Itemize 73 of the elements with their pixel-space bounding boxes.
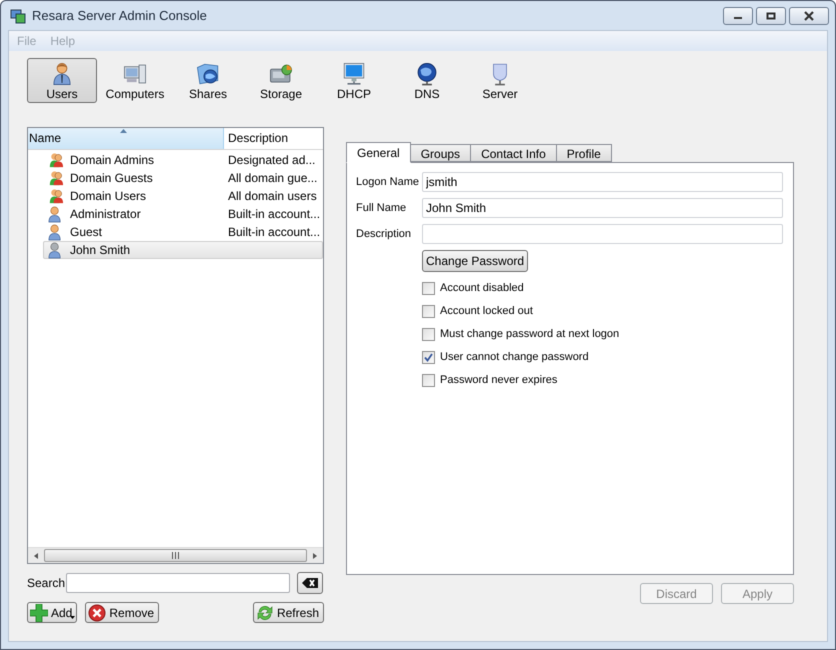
checkbox[interactable] bbox=[422, 351, 435, 364]
remove-button[interactable]: Remove bbox=[85, 602, 160, 623]
table-cell-text: All domain users bbox=[227, 188, 317, 205]
table-cell-text: John Smith bbox=[70, 242, 130, 259]
group-icon bbox=[47, 152, 64, 168]
monitor-icon bbox=[341, 60, 367, 86]
list-row[interactable]: Domain Guests All domain gue... bbox=[43, 169, 323, 187]
checkbox-label: Account locked out bbox=[440, 304, 533, 320]
group-icon bbox=[47, 188, 64, 204]
checkbox[interactable] bbox=[422, 328, 435, 341]
toolbar-button[interactable]: DHCP bbox=[319, 58, 389, 103]
backspace-icon bbox=[302, 578, 318, 588]
group-icon bbox=[47, 170, 64, 186]
table-cell-text: Guest bbox=[70, 224, 102, 241]
caret-icon bbox=[70, 616, 76, 619]
checkbox[interactable] bbox=[422, 374, 435, 387]
search-label: Search bbox=[27, 575, 66, 592]
sort-arrow-icon bbox=[120, 129, 127, 133]
scroll-left-icon[interactable] bbox=[32, 552, 40, 560]
table-cell-text: Administrator bbox=[70, 206, 141, 223]
list-row[interactable]: Domain Users All domain users bbox=[43, 187, 323, 205]
minimize-button[interactable] bbox=[723, 6, 753, 24]
scroll-thumb[interactable] bbox=[44, 549, 307, 562]
table-cell-text: Domain Admins bbox=[70, 152, 154, 169]
column-header[interactable]: Name bbox=[28, 128, 224, 149]
input-field[interactable]: jsmith bbox=[422, 172, 783, 192]
refresh-icon bbox=[256, 604, 274, 622]
app-icon bbox=[10, 8, 26, 24]
field-label: Description bbox=[356, 226, 412, 242]
checkbox-label: Account disabled bbox=[440, 281, 524, 296]
field-label: Logon Name bbox=[356, 174, 420, 190]
toolbar-button[interactable]: Storage bbox=[246, 58, 316, 103]
change-password-button[interactable]: Change Password bbox=[422, 250, 528, 272]
toolbar-button[interactable]: Computers bbox=[100, 58, 170, 103]
checkbox-label: User cannot change password bbox=[440, 350, 589, 366]
field-label: Full Name bbox=[356, 200, 408, 216]
search-field[interactable] bbox=[66, 573, 290, 593]
input-field[interactable]: John Smith bbox=[422, 198, 783, 218]
toolbar-button[interactable]: Users bbox=[27, 58, 97, 103]
tab[interactable]: Profile bbox=[556, 144, 612, 162]
toolbar-button[interactable]: DNS bbox=[392, 58, 462, 103]
close-icon bbox=[803, 10, 815, 20]
toolbar-button[interactable]: Server bbox=[465, 58, 535, 103]
table-cell-text: Domain Users bbox=[70, 188, 146, 205]
list-row[interactable]: Guest Built-in account... bbox=[43, 223, 323, 241]
toolbar-button[interactable]: Shares bbox=[173, 58, 243, 103]
checkbox[interactable] bbox=[422, 282, 435, 295]
list-row[interactable]: Domain Admins Designated ad... bbox=[43, 151, 323, 169]
list-row[interactable]: John Smith bbox=[43, 241, 323, 259]
list-row[interactable]: Administrator Built-in account... bbox=[43, 205, 323, 223]
close-button[interactable] bbox=[789, 6, 829, 24]
table-cell-text: Domain Guests bbox=[70, 170, 153, 187]
add-button[interactable]: Add bbox=[27, 602, 78, 623]
checkbox-label: Password never expires bbox=[440, 373, 558, 388]
horizontal-scrollbar[interactable] bbox=[28, 547, 323, 563]
tab[interactable]: Groups bbox=[410, 144, 472, 162]
scroll-right-icon[interactable] bbox=[311, 552, 319, 560]
table-cell-text: Built-in account... bbox=[227, 224, 320, 241]
refresh-button[interactable]: Refresh bbox=[252, 602, 324, 623]
tab[interactable]: General bbox=[346, 142, 411, 163]
window-title: Resara Server Admin Console bbox=[32, 6, 207, 25]
plus-icon bbox=[30, 604, 48, 622]
error-icon bbox=[88, 604, 106, 622]
input-field[interactable] bbox=[422, 224, 783, 244]
checkbox[interactable] bbox=[422, 305, 435, 318]
table-cell-text: Built-in account... bbox=[227, 206, 320, 223]
maximize-icon bbox=[766, 12, 776, 20]
checkbox-label: Must change password at next logon bbox=[440, 327, 620, 342]
table-cell-text: Designated ad... bbox=[227, 152, 316, 169]
table-cell-text: All domain gue... bbox=[227, 170, 318, 187]
tab[interactable]: Contact Info bbox=[470, 144, 557, 162]
maximize-button[interactable] bbox=[756, 6, 786, 24]
clear-search-button[interactable] bbox=[297, 572, 323, 594]
